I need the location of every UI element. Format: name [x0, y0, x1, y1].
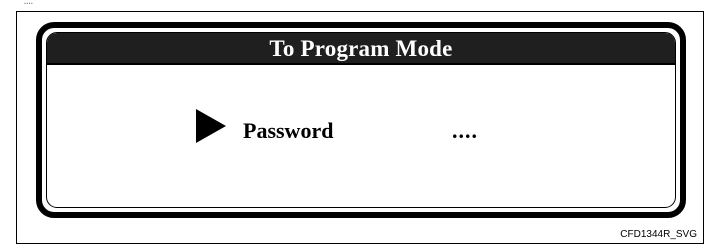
triangle-right-icon [196, 109, 226, 143]
password-label: Password [243, 118, 334, 143]
title-bar: To Program Mode [47, 33, 675, 65]
lcd-display: To Program Mode Password .... [36, 22, 686, 218]
screen-title: To Program Mode [269, 35, 453, 61]
clipped-text-mark: ᠁ [22, 0, 33, 9]
clipped-top-fragment: ᠁ [0, 0, 709, 10]
figure-frame: To Program Mode Password .... CFD1344R_S… [16, 11, 704, 244]
password-value: .... [452, 118, 478, 143]
lcd-screen: To Program Mode Password .... [46, 32, 676, 208]
figure-code: CFD1344R_SVG [620, 229, 697, 240]
